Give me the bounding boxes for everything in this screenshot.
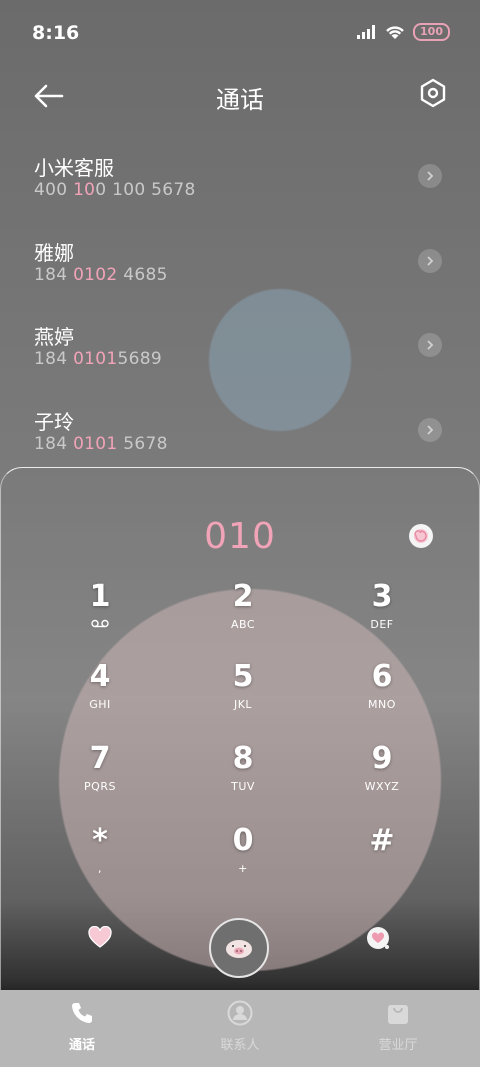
contact-name: 燕婷 bbox=[34, 325, 74, 349]
status-time: 8:16 bbox=[32, 22, 80, 44]
contact-name: 子玲 bbox=[34, 409, 74, 434]
dial-key-6[interactable]: 6 MNO bbox=[322, 660, 442, 730]
dial-key-star[interactable]: * , bbox=[40, 824, 160, 894]
tab-contacts-label: 联系人 bbox=[220, 1038, 260, 1053]
call-button[interactable] bbox=[209, 918, 269, 978]
dial-key-9[interactable]: 9 WXYZ bbox=[322, 742, 442, 812]
dialer-actions bbox=[0, 918, 480, 980]
recent-calls-list: 小米客服 400 100 100 5678 雅娜 184 0102 4685 燕… bbox=[0, 140, 480, 478]
detail-chevron-icon[interactable] bbox=[418, 417, 442, 442]
contact-number: 184 01015689 bbox=[34, 349, 162, 369]
contact-row[interactable]: 子玲 184 0101 5678 bbox=[0, 394, 480, 479]
bottom-navigation: 通话 联系人 营业厅 bbox=[0, 990, 480, 1067]
flower-icon[interactable] bbox=[407, 522, 435, 550]
detail-chevron-icon[interactable] bbox=[418, 248, 442, 273]
dial-key-0[interactable]: 0 + bbox=[183, 824, 303, 894]
heart-icon[interactable] bbox=[88, 926, 112, 948]
contact-number: 184 0102 4685 bbox=[34, 264, 168, 285]
contact-name: 小米客服 bbox=[34, 156, 114, 180]
battery-indicator: 100 bbox=[413, 23, 450, 41]
contact-row[interactable]: 燕婷 184 01015689 bbox=[0, 309, 480, 394]
page-title: 通话 bbox=[216, 86, 264, 114]
contact-name: 雅娜 bbox=[34, 240, 74, 265]
tab-calls[interactable]: 通话 bbox=[22, 1000, 142, 1053]
contacts-icon bbox=[227, 1000, 253, 1026]
signal-icon bbox=[357, 25, 376, 39]
top-bar: 通话 bbox=[0, 70, 480, 120]
contact-row[interactable]: 小米客服 400 100 100 5678 bbox=[0, 140, 480, 225]
dial-key-1[interactable]: 1 bbox=[40, 580, 160, 650]
dial-key-2[interactable]: 2 ABC bbox=[183, 580, 303, 650]
detail-chevron-icon[interactable] bbox=[418, 164, 442, 188]
contact-number: 400 100 100 5678 bbox=[34, 180, 196, 200]
dial-key-3[interactable]: 3 DEF bbox=[322, 580, 442, 650]
sticker-icon[interactable] bbox=[364, 924, 392, 952]
status-bar: 8:16 100 bbox=[0, 0, 480, 64]
settings-icon[interactable] bbox=[418, 78, 448, 108]
dial-key-hash[interactable]: # bbox=[322, 824, 442, 894]
tab-calls-label: 通话 bbox=[68, 1038, 95, 1053]
phone-icon bbox=[72, 1003, 92, 1023]
detail-chevron-icon[interactable] bbox=[418, 333, 442, 357]
contact-row[interactable]: 雅娜 184 0102 4685 bbox=[0, 225, 480, 310]
wifi-icon bbox=[386, 25, 404, 39]
voicemail-icon bbox=[40, 618, 160, 631]
dial-key-7[interactable]: 7 PQRS bbox=[40, 742, 160, 812]
dial-key-5[interactable]: 5 JKL bbox=[183, 660, 303, 730]
tab-service-hall-label: 营业厅 bbox=[378, 1038, 418, 1053]
tab-service-hall[interactable]: 营业厅 bbox=[338, 1000, 458, 1053]
contact-number: 184 0101 5678 bbox=[34, 433, 168, 454]
dialpad-panel: 010 1 2 ABC 3 DEF 4 GHI 5 JKL 6 MNO 7 PQ… bbox=[0, 467, 480, 992]
store-bag-icon bbox=[388, 1005, 408, 1024]
pig-face-icon bbox=[226, 940, 252, 958]
tab-contacts[interactable]: 联系人 bbox=[180, 1000, 300, 1053]
status-icons: 100 bbox=[357, 23, 450, 41]
dial-key-8[interactable]: 8 TUV bbox=[183, 742, 303, 812]
dial-key-4[interactable]: 4 GHI bbox=[40, 660, 160, 730]
